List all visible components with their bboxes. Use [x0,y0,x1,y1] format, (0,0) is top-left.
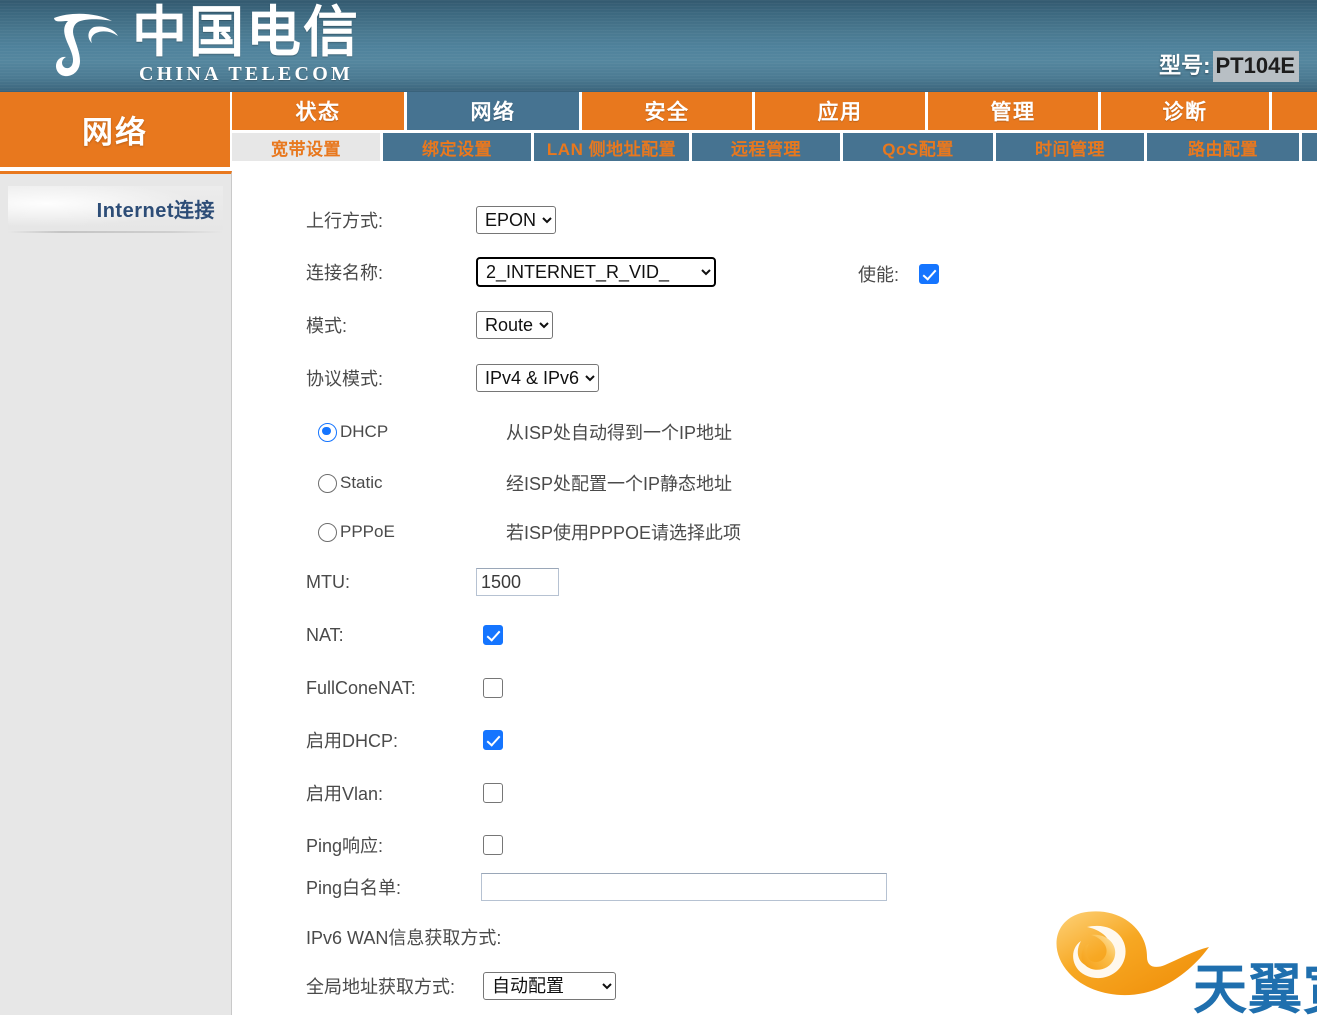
field-uplink-mode: 上行方式: EPON [306,206,556,234]
tab-management[interactable]: 管理 [928,92,1098,130]
field-mode: 模式: Route [306,311,553,339]
subtab-time-management[interactable]: 时间管理 [996,133,1144,161]
pppoe-description: 若ISP使用PPPOE请选择此项 [506,523,742,543]
tab-status[interactable]: 状态 [232,92,404,130]
option-static: Static 经ISP处配置一个IP静态地址 [318,469,732,497]
ipv6-wan-section-label: IPv6 WAN信息获取方式: [306,928,502,948]
subtab-overflow[interactable] [1302,133,1317,161]
enable-dhcp-checkbox[interactable] [483,730,503,750]
ping-response-checkbox[interactable] [483,835,503,855]
tab-application[interactable]: 应用 [755,92,925,130]
uplink-mode-label: 上行方式: [306,211,384,231]
tab-network[interactable]: 网络 [407,92,579,130]
china-telecom-wordmark: 中国电信 CHINA TELECOM [132,0,361,85]
secondary-tabs: 宽带设置 绑定设置 LAN 侧地址配置 远程管理 QoS配置 时间管理 路由配置 [232,133,1317,161]
field-enable-vlan: 启用Vlan: [306,779,503,807]
sidebar-item-internet-connection[interactable]: Internet连接 [8,186,223,233]
china-telecom-mark-icon [42,9,126,79]
static-radio-label: Static [340,473,383,492]
field-global-address-mode: 全局地址获取方式: 自动配置 [306,972,616,1000]
enable-checkbox[interactable] [919,264,940,284]
option-dhcp: DHCP 从ISP处自动得到一个IP地址 [318,418,732,446]
section-title-network: 网络 [0,92,230,167]
ipv6-wan-section-heading: IPv6 WAN信息获取方式: [306,923,501,951]
brand-name-cn: 中国电信 [132,0,361,64]
global-address-mode-label: 全局地址获取方式: [306,977,456,997]
tab-diagnostics[interactable]: 诊断 [1101,92,1269,130]
dhcp-radio-wrap[interactable]: DHCP [318,422,388,442]
mtu-input[interactable] [476,568,559,596]
field-nat: NAT: [306,621,503,649]
field-protocol-mode: 协议模式: IPv4 & IPv6 [306,364,599,392]
field-ping-response: Ping响应: [306,831,503,859]
field-ping-whitelist: Ping白名单: [306,873,887,901]
subtab-lan-address-config[interactable]: LAN 侧地址配置 [534,133,689,161]
china-telecom-logo: 中国电信 CHINA TELECOM [42,0,361,85]
primary-tabs: 状态 网络 安全 应用 管理 诊断 [232,92,1317,130]
field-fullconenat: FullConeNAT: [306,674,503,702]
nat-checkbox[interactable] [483,625,503,645]
protocol-mode-label: 协议模式: [306,369,384,389]
tab-security[interactable]: 安全 [582,92,752,130]
option-pppoe: PPPoE 若ISP使用PPPOE请选择此项 [318,518,741,546]
subtab-qos-config[interactable]: QoS配置 [843,133,993,161]
sidebar-item-label: Internet连接 [96,199,215,222]
global-address-mode-select[interactable]: 自动配置 [483,972,616,1000]
model-number: 型号: PT104E [1159,48,1299,82]
mode-label: 模式: [306,316,348,336]
enable-dhcp-label: 启用DHCP: [306,731,399,751]
dhcp-radio[interactable] [318,422,337,442]
main-content: 上行方式: EPON 连接名称: 2_INTERNET_R_VID_ 使能: 模… [233,171,1317,1015]
field-connection-name: 连接名称: 2_INTERNET_R_VID_ [306,257,716,287]
fullconenat-checkbox[interactable] [483,678,503,698]
field-mtu: MTU: [306,568,559,596]
sidebar: Internet连接 [0,171,232,1015]
nat-label: NAT: [306,624,344,645]
uplink-mode-select[interactable]: EPON [476,206,556,234]
subtab-broadband-settings[interactable]: 宽带设置 [232,133,380,161]
static-radio[interactable] [318,473,337,493]
subtab-binding-settings[interactable]: 绑定设置 [383,133,531,161]
page-header: 中国电信 CHINA TELECOM 型号: PT104E [0,0,1317,92]
ping-whitelist-label: Ping白名单: [306,878,402,898]
field-enable: 使能: [858,260,940,288]
field-enable-dhcp: 启用DHCP: [306,726,503,754]
mtu-label: MTU: [306,571,350,592]
pppoe-radio-wrap[interactable]: PPPoE [318,522,395,542]
connection-name-select[interactable]: 2_INTERNET_R_VID_ [476,257,716,287]
model-label: 型号: [1159,53,1211,78]
subtab-remote-management[interactable]: 远程管理 [692,133,840,161]
fullconenat-label: FullConeNAT: [306,677,416,698]
router-admin-page: 中国电信 CHINA TELECOM 型号: PT104E 网络 状态 网络 安… [0,0,1317,1015]
dhcp-description: 从ISP处自动得到一个IP地址 [506,423,733,443]
connection-name-label: 连接名称: [306,263,384,283]
pppoe-radio-label: PPPoE [340,522,395,541]
subtab-routing-config[interactable]: 路由配置 [1147,133,1299,161]
ping-whitelist-input[interactable] [481,873,887,901]
static-description: 经ISP处配置一个IP静态地址 [506,474,733,494]
brand-name-en: CHINA TELECOM [138,62,354,85]
pppoe-radio[interactable] [318,522,337,542]
enable-label: 使能: [858,265,900,285]
ping-response-label: Ping响应: [306,836,384,856]
tab-overflow[interactable] [1272,92,1317,130]
model-value: PT104E [1212,51,1299,82]
enable-vlan-checkbox[interactable] [483,783,503,803]
static-radio-wrap[interactable]: Static [318,473,383,493]
dhcp-radio-label: DHCP [340,422,389,441]
protocol-mode-select[interactable]: IPv4 & IPv6 [476,364,599,392]
enable-vlan-label: 启用Vlan: [306,784,384,804]
mode-select[interactable]: Route [476,311,553,339]
navigation-bar: 网络 状态 网络 安全 应用 管理 诊断 宽带设置 绑定设置 LAN 侧地址配置… [0,92,1317,168]
